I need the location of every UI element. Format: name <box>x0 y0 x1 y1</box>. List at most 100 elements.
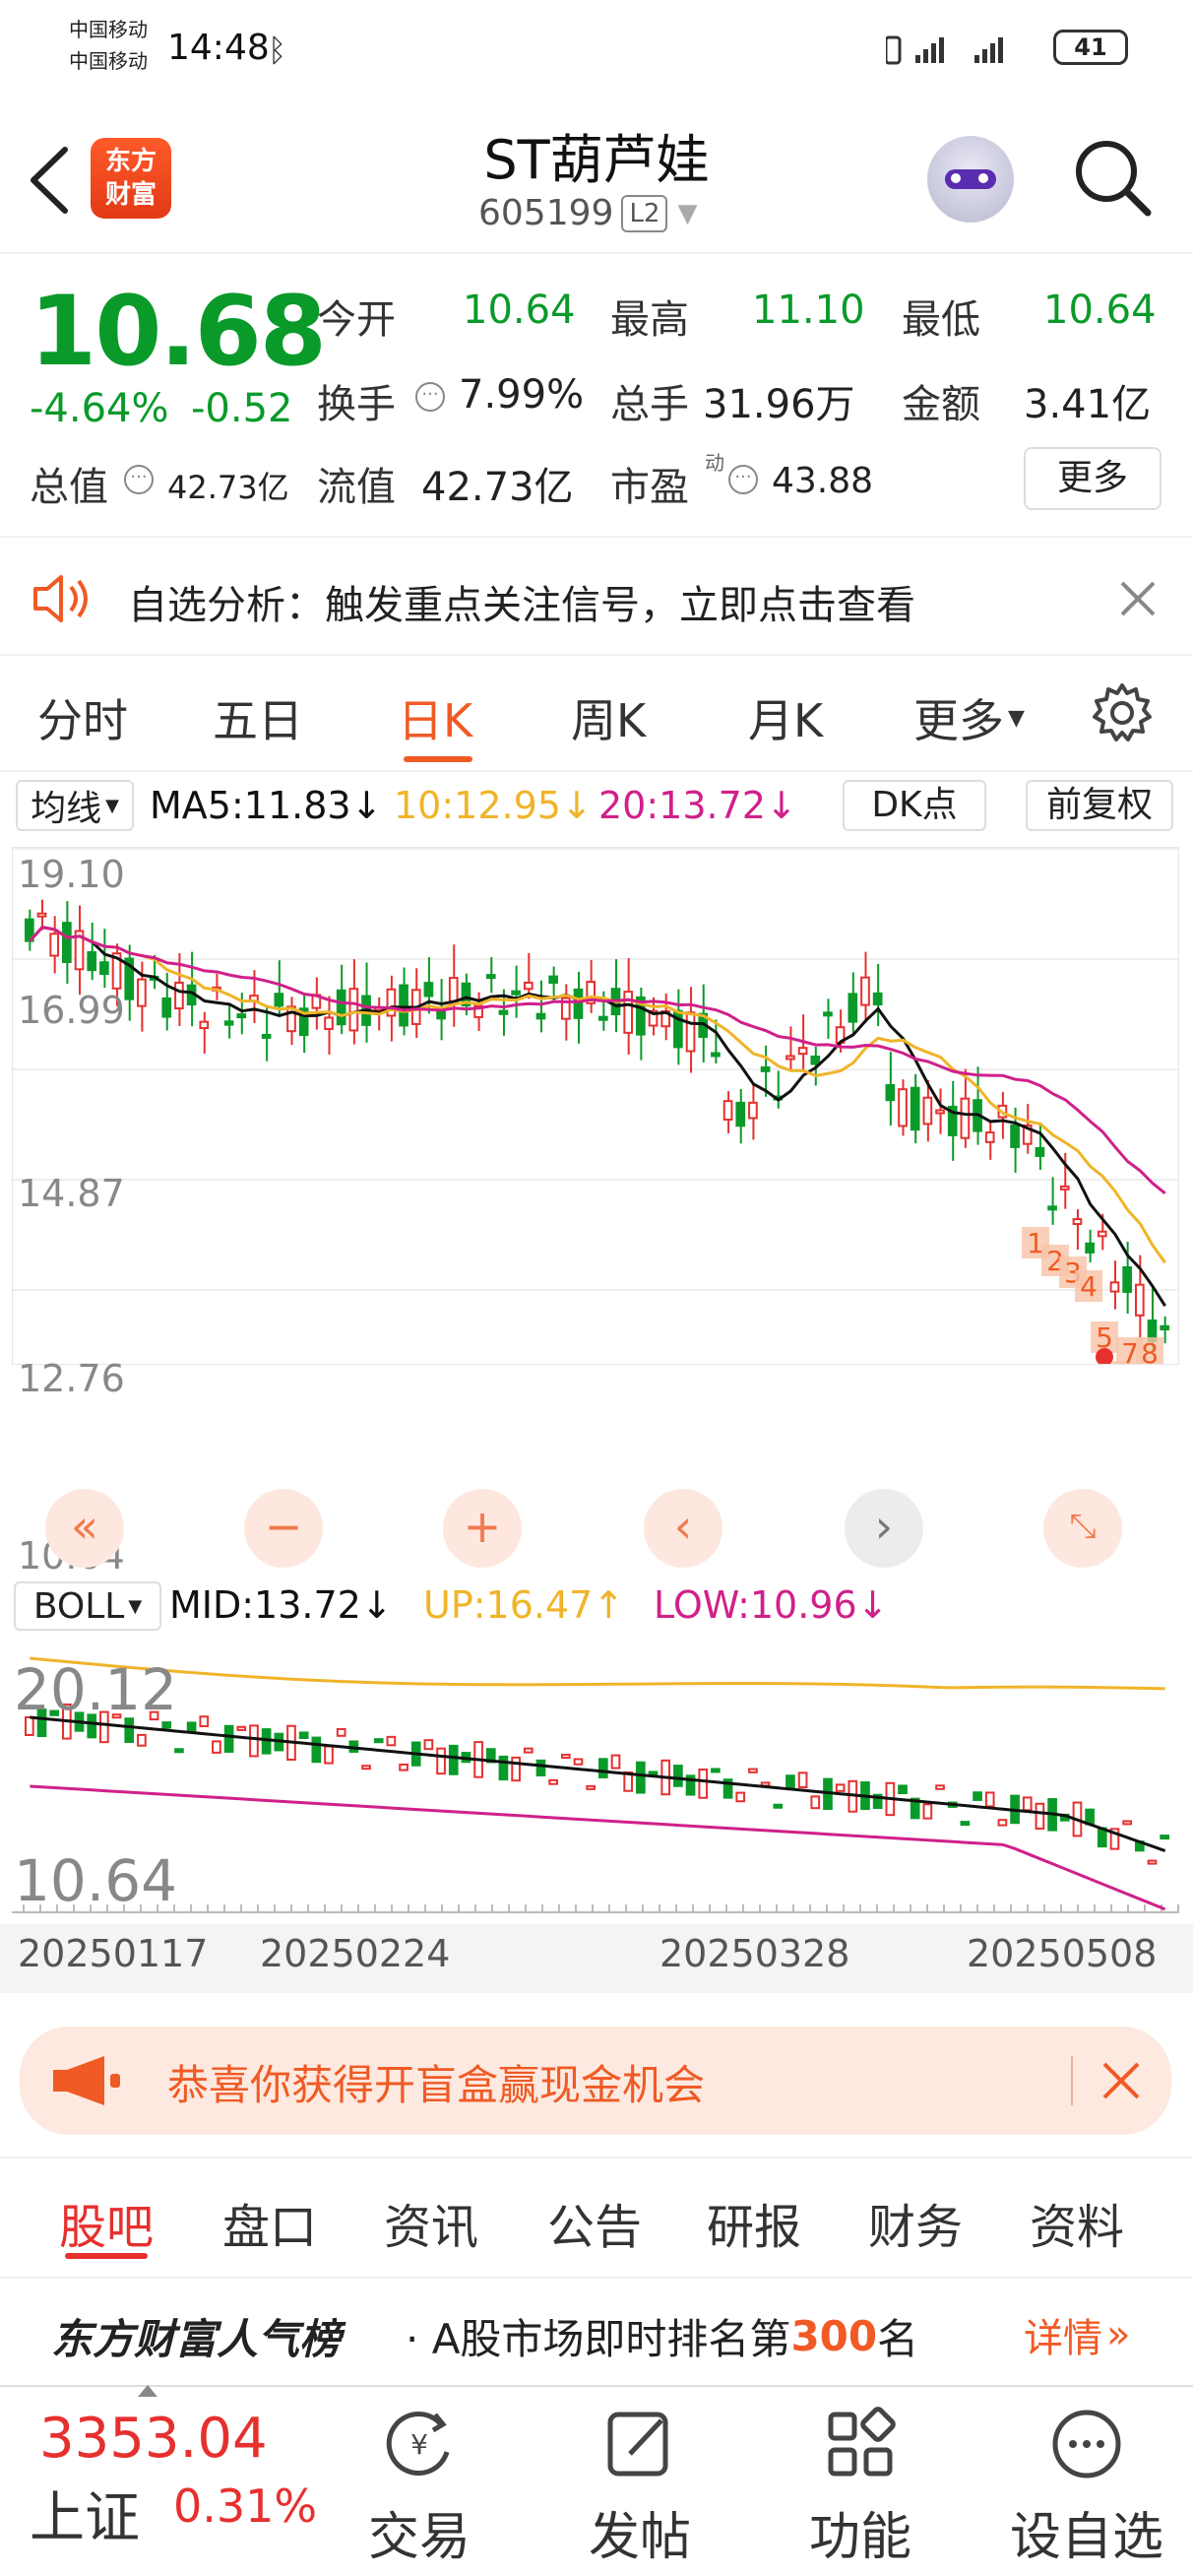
tab-news[interactable]: 资讯 <box>384 2188 478 2257</box>
stock-code-row[interactable]: 605199 L2 ▼ <box>478 193 697 233</box>
boll-candle <box>523 1747 534 1754</box>
candle-body <box>274 993 284 1007</box>
boll-low-label: LOW:10.96↓ <box>654 1583 889 1627</box>
tab-pankou[interactable]: 盘口 <box>222 2188 317 2257</box>
candle-body <box>448 977 459 1002</box>
robot-assistant-icon[interactable] <box>927 136 1014 223</box>
boll-candle <box>922 1803 933 1820</box>
tab-daily-k[interactable]: 日K <box>398 685 472 750</box>
rank-number: 300 <box>790 2312 878 2360</box>
boll-candle <box>598 1758 608 1778</box>
tab-guba[interactable]: 股吧 <box>59 2188 154 2257</box>
nav-watchlist[interactable]: 设自选 <box>990 2405 1183 2569</box>
boll-candle <box>935 1784 945 1790</box>
boll-canvas[interactable] <box>12 1648 1179 1914</box>
volume-value: 31.96万 <box>703 382 855 427</box>
high-value: 11.10 <box>752 288 865 333</box>
amount-label: 金额 <box>902 382 980 427</box>
candle-body <box>898 1088 908 1127</box>
more-dots-icon <box>1052 2410 1121 2479</box>
boll-up-label: UP:16.47↑ <box>423 1583 625 1627</box>
candle-body <box>848 993 858 1023</box>
nav-function[interactable]: 功能 <box>772 2405 949 2569</box>
tab-weekly-k[interactable]: 周K <box>571 685 646 750</box>
more-button[interactable]: 更多 <box>1024 447 1162 510</box>
signal-icon <box>886 35 1003 65</box>
pe-value: 43.88 <box>772 461 874 501</box>
battery-icon: 41 <box>1053 30 1128 65</box>
boll-selector[interactable]: BOLL ▼ <box>14 1581 161 1631</box>
carrier-label-2: 中国移动 <box>69 49 148 73</box>
more-info-icon[interactable]: ··· <box>124 465 154 494</box>
more-info-icon[interactable]: ··· <box>728 465 758 494</box>
quote-panel: 10.68 -4.64% -0.52 今开 10.64 最高 11.10 最低 … <box>0 254 1193 536</box>
tab-five-day[interactable]: 五日 <box>213 685 303 750</box>
tab-finance[interactable]: 财务 <box>868 2188 963 2257</box>
status-bar: 中国移动 中国移动 14:48 ᛒ 41 <box>0 0 1193 98</box>
close-icon[interactable] <box>1118 579 1158 618</box>
candle-body <box>810 1055 821 1065</box>
boll-candle <box>212 1740 221 1754</box>
boll-candle <box>361 1765 371 1771</box>
ma-selector[interactable]: 均线 ▼ <box>16 780 134 831</box>
boll-candle <box>511 1756 521 1782</box>
boll-candle <box>748 1768 758 1773</box>
chevron-down-icon: ▼ <box>677 198 698 228</box>
fullscreen-icon[interactable]: ⤡ <box>1043 1489 1122 1568</box>
carrier-label-1: 中国移动 <box>69 18 148 41</box>
scroll-right-button[interactable]: › <box>845 1489 923 1568</box>
active-tab-indicator <box>404 756 472 762</box>
kline-canvas[interactable]: 12345678 <box>12 847 1179 1365</box>
scroll-left-button[interactable]: ‹ <box>644 1489 722 1568</box>
zoom-out-button[interactable]: − <box>244 1489 323 1568</box>
rank-text: · A股市场即时排名第 300 名 <box>406 2306 918 2366</box>
candle-body <box>623 991 634 1034</box>
candle-body <box>935 1109 945 1115</box>
tab-intraday[interactable]: 分时 <box>37 685 128 750</box>
nav-trade[interactable]: ¥ 交易 <box>331 2405 508 2569</box>
tab-announcements[interactable]: 公告 <box>547 2188 642 2257</box>
candle-body <box>1072 1218 1083 1226</box>
date-label-1: 20250117 <box>18 1932 209 1975</box>
boll-candle <box>298 1731 309 1740</box>
tab-monthly-k[interactable]: 月K <box>748 685 823 750</box>
scroll-start-button[interactable]: « <box>45 1489 124 1568</box>
tab-more[interactable]: 更多 ▼ <box>913 685 1025 750</box>
dk-point-button[interactable]: DK点 <box>843 780 986 831</box>
nav-post[interactable]: 发帖 <box>551 2405 728 2569</box>
boll-candle <box>548 1778 558 1785</box>
index-value[interactable]: 3353.04 <box>39 2407 268 2471</box>
boll-candle <box>223 1724 234 1753</box>
candle-body <box>922 1096 933 1126</box>
expand-caret-icon[interactable] <box>138 2385 157 2397</box>
period-tabs: 分时 五日 日K 周K 月K 更多 ▼ <box>0 656 1193 772</box>
adjust-button[interactable]: 前复权 <box>1026 780 1173 831</box>
zoom-in-button[interactable]: + <box>443 1489 522 1568</box>
gear-icon[interactable] <box>1091 681 1154 744</box>
ma-selector-label: 均线 <box>31 789 102 829</box>
search-icon[interactable] <box>1071 136 1154 219</box>
close-icon[interactable] <box>1100 2060 1142 2101</box>
index-name: 上证 <box>30 2486 140 2550</box>
boll-candle <box>673 1765 683 1787</box>
tab-profile[interactable]: 资料 <box>1030 2188 1124 2257</box>
signal-alert-bar[interactable]: 自选分析：触发重点关注信号，立即点击查看 <box>0 536 1193 656</box>
turnover-value: 7.99% <box>459 372 585 418</box>
boll-candle <box>386 1735 397 1747</box>
candle-body <box>984 1131 995 1143</box>
promo-banner[interactable]: 恭喜你获得开盲盒赢现金机会 <box>20 2027 1171 2135</box>
volume-label: 总手 <box>610 382 689 427</box>
tab-research[interactable]: 研报 <box>707 2188 801 2257</box>
stock-title: ST葫芦娃 <box>483 129 710 191</box>
candle-body <box>1059 1185 1070 1191</box>
candle-body <box>498 1009 509 1015</box>
nav-post-label: 发帖 <box>588 2508 691 2567</box>
last-price: 10.68 <box>30 276 327 388</box>
more-info-icon[interactable]: ··· <box>415 382 445 412</box>
high-label: 最高 <box>610 297 689 343</box>
candle-body <box>87 951 97 972</box>
popularity-rank-bar[interactable]: 东方财富人气榜 · A股市场即时排名第 300 名 详情 » <box>0 2277 1193 2385</box>
boll-candle <box>249 1724 259 1758</box>
candle-body <box>1097 1230 1107 1238</box>
rank-detail-link[interactable]: 详情 » <box>1024 2306 1130 2363</box>
